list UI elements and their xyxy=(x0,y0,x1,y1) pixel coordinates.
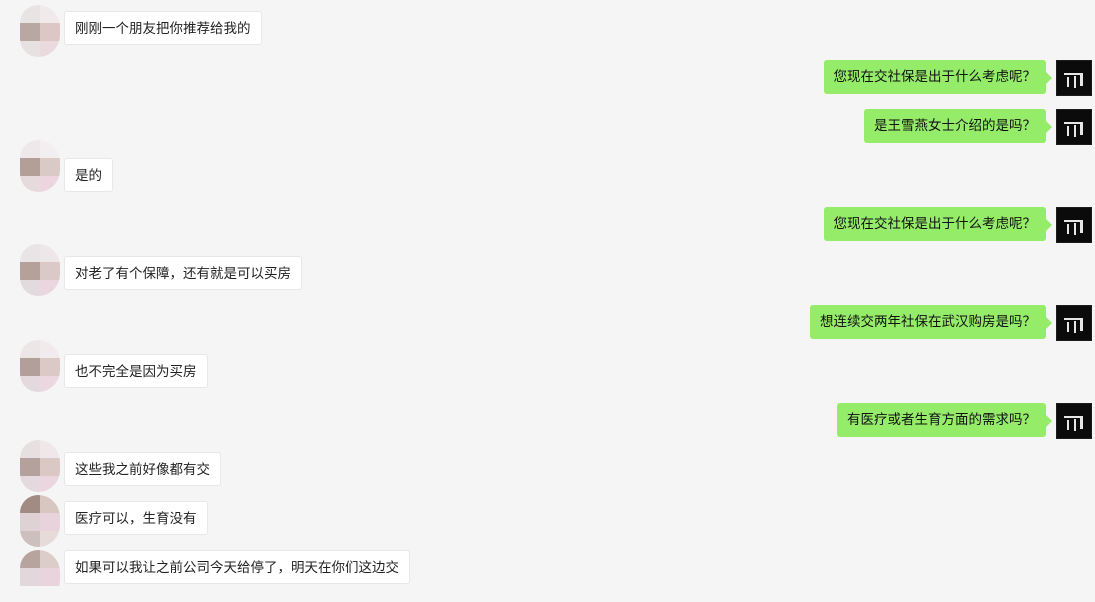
outgoing-message-bubble[interactable]: 有医疗或者生育方面的需求吗？ xyxy=(837,403,1052,437)
incoming-message-bubble[interactable]: 对老了有个保障，还有就是可以买房 xyxy=(64,256,302,290)
outgoing-message-bubble[interactable]: 您现在交社保是出于什么考虑呢？ xyxy=(823,60,1052,94)
chat-message-list: 刚刚一个朋友把你推荐给我的 您现在交社保是出于什么考虑呢？ 是王雪燕女士介绍的是… xyxy=(0,0,1095,590)
user-avatar[interactable] xyxy=(1056,109,1092,145)
contact-avatar[interactable] xyxy=(20,550,60,602)
message-row-incoming: 医疗可以，生育没有 xyxy=(0,495,1095,547)
contact-avatar[interactable] xyxy=(20,495,60,547)
outgoing-message-bubble[interactable]: 想连续交两年社保在武汉购房是吗？ xyxy=(810,305,1052,339)
message-row-outgoing: 是王雪燕女士介绍的是吗？ xyxy=(0,109,1095,145)
contact-avatar[interactable] xyxy=(20,244,60,296)
outgoing-message-bubble[interactable]: 您现在交社保是出于什么考虑呢？ xyxy=(823,207,1052,241)
user-avatar[interactable] xyxy=(1056,305,1092,341)
message-row-outgoing: 想连续交两年社保在武汉购房是吗？ xyxy=(0,305,1095,341)
message-row-incoming: 对老了有个保障，还有就是可以买房 xyxy=(0,244,1095,296)
contact-avatar[interactable] xyxy=(20,140,60,192)
contact-avatar[interactable] xyxy=(20,440,60,492)
incoming-message-bubble[interactable]: 刚刚一个朋友把你推荐给我的 xyxy=(64,11,262,45)
message-row-outgoing: 您现在交社保是出于什么考虑呢？ xyxy=(0,207,1095,243)
contact-avatar[interactable] xyxy=(20,5,60,57)
message-row-incoming: 刚刚一个朋友把你推荐给我的 xyxy=(0,5,1095,57)
user-avatar[interactable] xyxy=(1056,207,1092,243)
message-row-incoming: 是的 xyxy=(0,140,1095,194)
user-avatar[interactable] xyxy=(1056,403,1092,439)
incoming-message-bubble[interactable]: 这些我之前好像都有交 xyxy=(64,452,221,486)
message-row-outgoing: 有医疗或者生育方面的需求吗？ xyxy=(0,403,1095,439)
message-row-incoming: 如果可以我让之前公司今天给停了，明天在你们这边交 xyxy=(0,550,1095,586)
incoming-message-bubble[interactable]: 如果可以我让之前公司今天给停了，明天在你们这边交 xyxy=(64,550,410,584)
user-avatar[interactable] xyxy=(1056,60,1092,96)
incoming-message-bubble[interactable]: 是的 xyxy=(64,158,113,192)
incoming-message-bubble[interactable]: 也不完全是因为买房 xyxy=(64,354,208,388)
incoming-message-bubble[interactable]: 医疗可以，生育没有 xyxy=(64,501,208,535)
contact-avatar[interactable] xyxy=(20,340,60,392)
message-row-incoming: 也不完全是因为买房 xyxy=(0,340,1095,392)
message-row-outgoing: 您现在交社保是出于什么考虑呢？ xyxy=(0,60,1095,96)
message-row-incoming: 这些我之前好像都有交 xyxy=(0,440,1095,492)
outgoing-message-bubble[interactable]: 是王雪燕女士介绍的是吗？ xyxy=(864,109,1052,143)
